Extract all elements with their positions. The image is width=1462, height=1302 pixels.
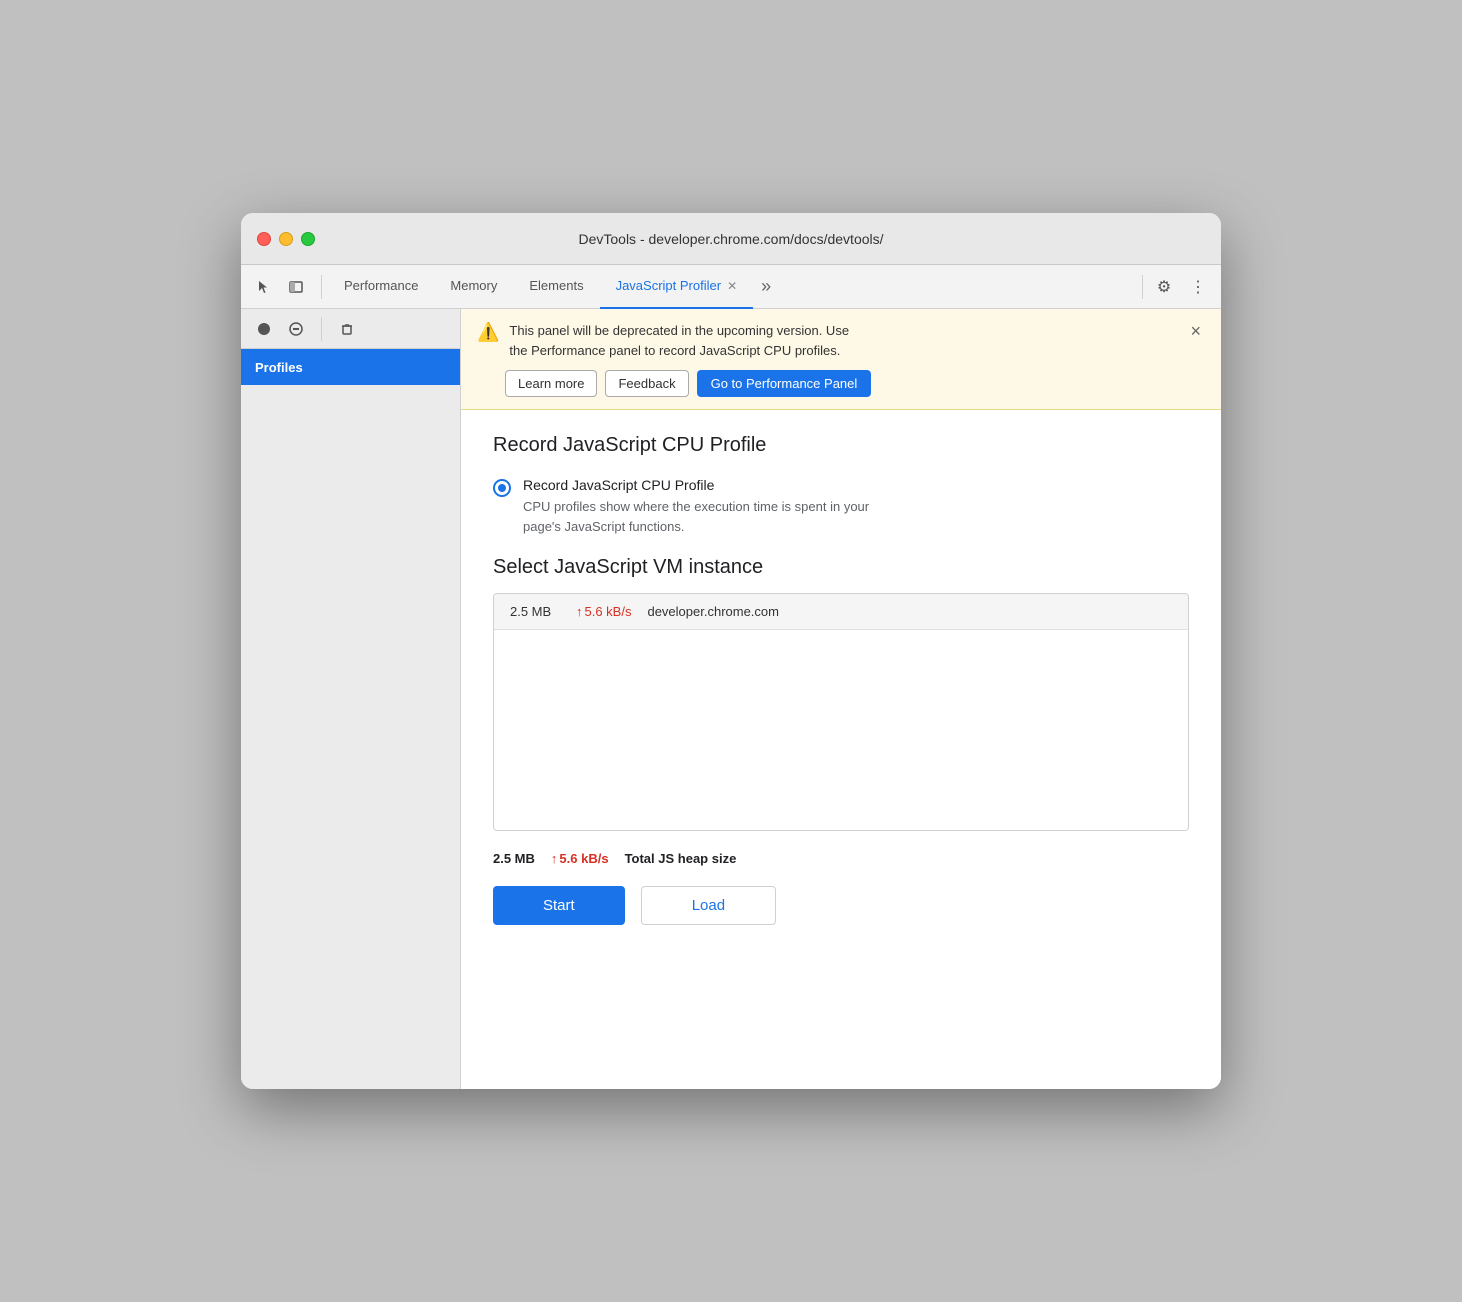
stop-record-button[interactable] (283, 316, 309, 342)
tab-elements[interactable]: Elements (513, 265, 599, 309)
record-button[interactable] (251, 316, 277, 342)
sidebar: Profiles (241, 309, 461, 1089)
toolbar: Performance Memory Elements JavaScript P… (241, 265, 1221, 309)
window-title: DevTools - developer.chrome.com/docs/dev… (578, 231, 883, 247)
warning-icon: ⚠️ (477, 322, 499, 343)
radio-inner (498, 484, 506, 492)
toolbar-divider-2 (1142, 275, 1143, 299)
minimize-button[interactable] (279, 232, 293, 246)
deprecation-banner-top: ⚠️ This panel will be deprecated in the … (477, 321, 1205, 360)
profile-option-desc: CPU profiles show where the execution ti… (523, 497, 869, 536)
tab-more-icon[interactable]: » (753, 265, 779, 309)
toolbar-icons (249, 272, 311, 302)
start-button[interactable]: Start (493, 886, 625, 925)
maximize-button[interactable] (301, 232, 315, 246)
dock-icon[interactable] (281, 272, 311, 302)
tabs-container: Performance Memory Elements JavaScript P… (328, 265, 1136, 309)
clear-button[interactable] (334, 316, 360, 342)
profile-option-text: Record JavaScript CPU Profile CPU profil… (523, 477, 869, 536)
select-vm-title: Select JavaScript VM instance (493, 556, 1189, 579)
vm-url: developer.chrome.com (647, 604, 779, 619)
deprecation-banner: ⚠️ This panel will be deprecated in the … (461, 309, 1221, 410)
vm-summary: 2.5 MB ↑5.6 kB/s Total JS heap size (493, 843, 1189, 886)
vm-list: 2.5 MB ↑5.6 kB/s developer.chrome.com (493, 593, 1189, 831)
feedback-button[interactable]: Feedback (605, 370, 688, 397)
toolbar-divider-1 (321, 275, 322, 299)
sidebar-divider (321, 317, 322, 341)
profile-option-title: Record JavaScript CPU Profile (523, 477, 869, 493)
sidebar-toolbar (241, 309, 460, 349)
up-arrow-icon: ↑ (576, 604, 583, 619)
vm-speed: ↑5.6 kB/s (576, 604, 631, 619)
learn-more-button[interactable]: Learn more (505, 370, 597, 397)
summary-size: 2.5 MB (493, 851, 535, 866)
go-to-performance-button[interactable]: Go to Performance Panel (697, 370, 872, 397)
vm-row[interactable]: 2.5 MB ↑5.6 kB/s developer.chrome.com (494, 594, 1188, 630)
load-button[interactable]: Load (641, 886, 776, 925)
record-section-title: Record JavaScript CPU Profile (493, 434, 1189, 457)
toolbar-right: ⚙ ⋮ (1149, 272, 1213, 302)
content-area: ⚠️ This panel will be deprecated in the … (461, 309, 1221, 1089)
title-bar: DevTools - developer.chrome.com/docs/dev… (241, 213, 1221, 265)
tab-performance[interactable]: Performance (328, 265, 434, 309)
profile-radio-button[interactable] (493, 479, 511, 497)
tab-close-icon[interactable]: ✕ (727, 279, 737, 293)
settings-button[interactable]: ⚙ (1149, 272, 1179, 302)
devtools-window: DevTools - developer.chrome.com/docs/dev… (241, 213, 1221, 1089)
traffic-lights (257, 232, 315, 246)
close-button[interactable] (257, 232, 271, 246)
vm-size: 2.5 MB (510, 604, 560, 619)
more-options-button[interactable]: ⋮ (1183, 272, 1213, 302)
tab-js-profiler[interactable]: JavaScript Profiler ✕ (600, 265, 754, 309)
deprecation-actions: Learn more Feedback Go to Performance Pa… (505, 370, 1205, 397)
summary-up-arrow-icon: ↑ (551, 851, 558, 866)
sidebar-profiles-label: Profiles (241, 349, 460, 385)
cursor-icon[interactable] (249, 272, 279, 302)
vm-empty-area (494, 630, 1188, 830)
close-banner-button[interactable]: × (1186, 321, 1205, 342)
deprecation-message: This panel will be deprecated in the upc… (509, 321, 1176, 360)
summary-label: Total JS heap size (625, 851, 737, 866)
content-body: Record JavaScript CPU Profile Record Jav… (461, 410, 1221, 949)
tab-memory[interactable]: Memory (434, 265, 513, 309)
summary-speed: ↑5.6 kB/s (551, 851, 609, 866)
action-buttons: Start Load (493, 886, 1189, 925)
profile-option: Record JavaScript CPU Profile CPU profil… (493, 477, 1189, 536)
main-container: Profiles ⚠️ This panel will be deprecate… (241, 309, 1221, 1089)
